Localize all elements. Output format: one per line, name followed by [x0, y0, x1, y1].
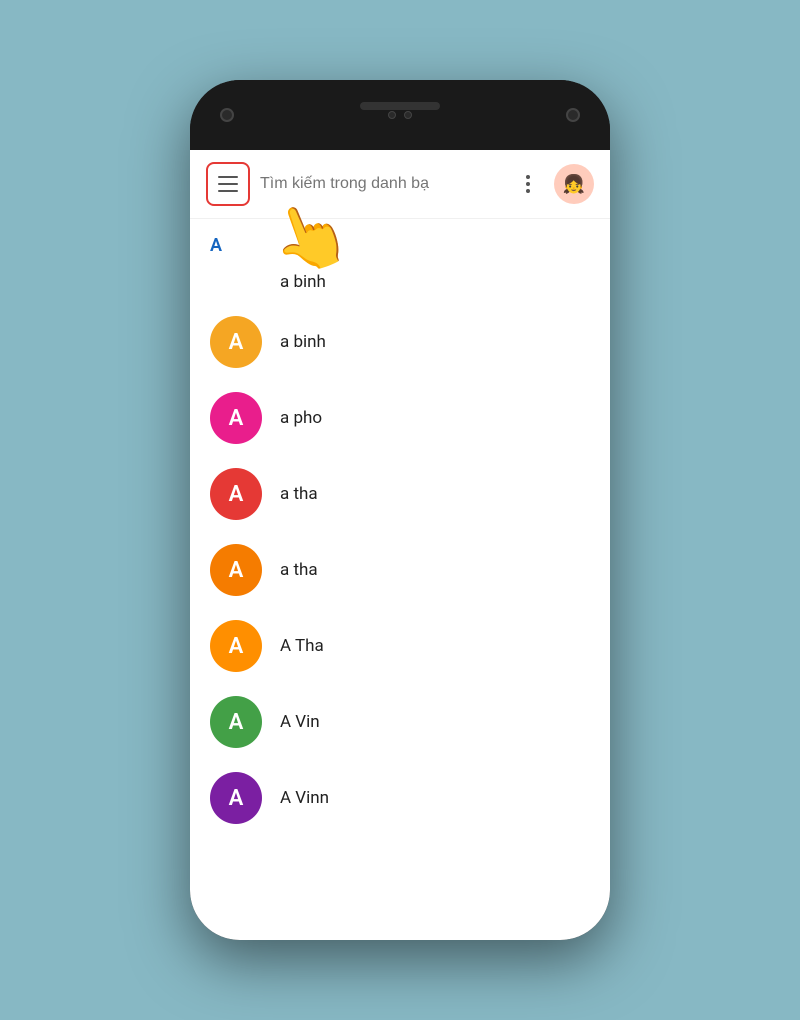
avatar-emoji: 👧 [563, 174, 585, 195]
list-item[interactable]: A a tha [190, 532, 610, 608]
avatar-letter: A [229, 482, 244, 507]
avatar: A [210, 544, 262, 596]
front-camera-right [566, 108, 580, 122]
menu-line-1 [218, 176, 238, 178]
list-item[interactable]: a binh [190, 260, 610, 304]
avatar: A [210, 772, 262, 824]
avatar: A [210, 316, 262, 368]
list-item[interactable]: A A Vinn [190, 760, 610, 836]
list-item[interactable]: A A Tha [190, 608, 610, 684]
list-item[interactable]: A a pho [190, 380, 610, 456]
contact-name: a tha [280, 484, 318, 504]
sensors [388, 111, 412, 119]
list-item[interactable]: A A Vin [190, 684, 610, 760]
phone-frame: 👧 👆 A a binh A [190, 80, 610, 940]
avatar: A [210, 620, 262, 672]
avatar: A [210, 468, 262, 520]
sensor-dot-2 [404, 111, 412, 119]
more-options-button[interactable] [512, 168, 544, 200]
speaker [360, 102, 440, 110]
avatar-letter: A [229, 330, 244, 355]
contacts-app: 👧 👆 A a binh A [190, 150, 610, 940]
search-bar: 👧 [190, 150, 610, 219]
list-item[interactable]: A a tha [190, 456, 610, 532]
avatar-letter: A [229, 558, 244, 583]
avatar-letter: A [229, 406, 244, 431]
contact-name: A Tha [280, 636, 324, 656]
phone-top-bar [190, 80, 610, 150]
menu-button[interactable] [206, 162, 250, 206]
contact-name: a binh [280, 272, 326, 292]
contact-name: A Vin [280, 712, 320, 732]
contact-name: a binh [280, 332, 326, 352]
contact-list: A a binh A a binh A a pho [190, 219, 610, 940]
contact-name: A Vinn [280, 788, 329, 808]
avatar: A [210, 392, 262, 444]
sensor-dot-1 [388, 111, 396, 119]
dot-1 [526, 175, 530, 179]
avatar: A [210, 696, 262, 748]
list-item[interactable]: A a binh [190, 304, 610, 380]
avatar-letter: A [229, 786, 244, 811]
phone-screen: 👧 👆 A a binh A [190, 150, 610, 940]
dot-2 [526, 182, 530, 186]
section-header-a: A [190, 227, 610, 260]
dot-3 [526, 189, 530, 193]
search-input[interactable] [260, 175, 502, 193]
menu-line-3 [218, 190, 238, 192]
avatar-letter: A [229, 634, 244, 659]
contact-name: a tha [280, 560, 318, 580]
profile-avatar[interactable]: 👧 [554, 164, 594, 204]
avatar-letter: A [229, 710, 244, 735]
contact-name: a pho [280, 408, 322, 428]
section-letter-a: A [210, 235, 222, 256]
menu-line-2 [218, 183, 238, 185]
front-camera-left [220, 108, 234, 122]
